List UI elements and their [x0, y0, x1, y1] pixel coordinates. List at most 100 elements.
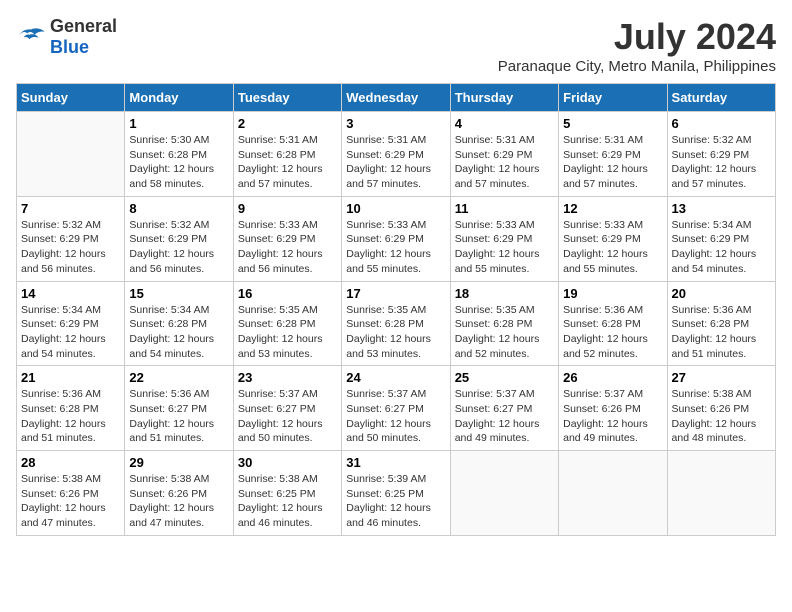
- day-number: 15: [129, 286, 228, 301]
- day-number: 21: [21, 370, 120, 385]
- day-number: 5: [563, 116, 662, 131]
- day-number: 11: [455, 201, 554, 216]
- day-info: Sunrise: 5:34 AM Sunset: 6:28 PM Dayligh…: [129, 303, 228, 362]
- column-header-saturday: Saturday: [667, 84, 775, 112]
- day-number: 25: [455, 370, 554, 385]
- day-info: Sunrise: 5:32 AM Sunset: 6:29 PM Dayligh…: [672, 133, 771, 192]
- day-number: 13: [672, 201, 771, 216]
- calendar-cell: 15 Sunrise: 5:34 AM Sunset: 6:28 PM Dayli…: [125, 281, 233, 366]
- day-number: 23: [238, 370, 337, 385]
- day-number: 16: [238, 286, 337, 301]
- day-info: Sunrise: 5:36 AM Sunset: 6:28 PM Dayligh…: [21, 387, 120, 446]
- day-info: Sunrise: 5:35 AM Sunset: 6:28 PM Dayligh…: [455, 303, 554, 362]
- calendar-cell: 31Sunrise: 5:39 AM Sunset: 6:25 PM Dayli…: [342, 451, 450, 536]
- day-info: Sunrise: 5:31 AM Sunset: 6:28 PM Dayligh…: [238, 133, 337, 192]
- calendar-cell: 3 Sunrise: 5:31 AM Sunset: 6:29 PM Daylig…: [342, 112, 450, 197]
- month-year-title: July 2024: [498, 16, 776, 58]
- day-number: 20: [672, 286, 771, 301]
- day-info: Sunrise: 5:31 AM Sunset: 6:29 PM Dayligh…: [455, 133, 554, 192]
- calendar-cell: [17, 112, 125, 197]
- day-info: Sunrise: 5:36 AM Sunset: 6:28 PM Dayligh…: [672, 303, 771, 362]
- day-info: Sunrise: 5:37 AM Sunset: 6:27 PM Dayligh…: [346, 387, 445, 446]
- day-number: 19: [563, 286, 662, 301]
- logo-general: General: [50, 16, 117, 36]
- calendar-cell: 22 Sunrise: 5:36 AM Sunset: 6:27 PM Dayli…: [125, 366, 233, 451]
- day-info: Sunrise: 5:33 AM Sunset: 6:29 PM Dayligh…: [563, 218, 662, 277]
- page-header: General Blue July 2024 Paranaque City, M…: [16, 16, 776, 75]
- calendar-cell: 7Sunrise: 5:32 AM Sunset: 6:29 PM Daylig…: [17, 196, 125, 281]
- calendar-cell: 8Sunrise: 5:32 AM Sunset: 6:29 PM Daylig…: [125, 196, 233, 281]
- day-info: Sunrise: 5:37 AM Sunset: 6:27 PM Dayligh…: [238, 387, 337, 446]
- day-number: 1: [129, 116, 228, 131]
- day-number: 6: [672, 116, 771, 131]
- calendar-table: SundayMondayTuesdayWednesdayThursdayFrid…: [16, 83, 776, 536]
- calendar-cell: 18Sunrise: 5:35 AM Sunset: 6:28 PM Dayli…: [450, 281, 558, 366]
- column-header-sunday: Sunday: [17, 84, 125, 112]
- logo: General Blue: [16, 16, 117, 58]
- calendar-cell: 12Sunrise: 5:33 AM Sunset: 6:29 PM Dayli…: [559, 196, 667, 281]
- day-info: Sunrise: 5:38 AM Sunset: 6:26 PM Dayligh…: [21, 472, 120, 531]
- day-info: Sunrise: 5:31 AM Sunset: 6:29 PM Dayligh…: [563, 133, 662, 192]
- day-info: Sunrise: 5:37 AM Sunset: 6:26 PM Dayligh…: [563, 387, 662, 446]
- day-number: 2: [238, 116, 337, 131]
- column-header-monday: Monday: [125, 84, 233, 112]
- calendar-cell: 23 Sunrise: 5:37 AM Sunset: 6:27 PM Dayli…: [233, 366, 341, 451]
- day-info: Sunrise: 5:39 AM Sunset: 6:25 PM Dayligh…: [346, 472, 445, 531]
- day-number: 17: [346, 286, 445, 301]
- day-info: Sunrise: 5:35 AM Sunset: 6:28 PM Dayligh…: [238, 303, 337, 362]
- day-number: 7: [21, 201, 120, 216]
- week-row-3: 14Sunrise: 5:34 AM Sunset: 6:29 PM Dayli…: [17, 281, 776, 366]
- calendar-cell: 9 Sunrise: 5:33 AM Sunset: 6:29 PM Daylig…: [233, 196, 341, 281]
- day-info: Sunrise: 5:30 AM Sunset: 6:28 PM Dayligh…: [129, 133, 228, 192]
- calendar-cell: 30 Sunrise: 5:38 AM Sunset: 6:25 PM Dayli…: [233, 451, 341, 536]
- calendar-cell: 17 Sunrise: 5:35 AM Sunset: 6:28 PM Dayli…: [342, 281, 450, 366]
- calendar-cell: 6 Sunrise: 5:32 AM Sunset: 6:29 PM Daylig…: [667, 112, 775, 197]
- logo-bird-icon: [16, 25, 46, 49]
- title-section: July 2024 Paranaque City, Metro Manila, …: [498, 16, 776, 75]
- calendar-cell: 2 Sunrise: 5:31 AM Sunset: 6:28 PM Daylig…: [233, 112, 341, 197]
- day-number: 30: [238, 455, 337, 470]
- day-number: 14: [21, 286, 120, 301]
- calendar-cell: 13 Sunrise: 5:34 AM Sunset: 6:29 PM Dayli…: [667, 196, 775, 281]
- column-header-friday: Friday: [559, 84, 667, 112]
- calendar-cell: 24 Sunrise: 5:37 AM Sunset: 6:27 PM Dayli…: [342, 366, 450, 451]
- calendar-cell: 14Sunrise: 5:34 AM Sunset: 6:29 PM Dayli…: [17, 281, 125, 366]
- day-info: Sunrise: 5:31 AM Sunset: 6:29 PM Dayligh…: [346, 133, 445, 192]
- day-info: Sunrise: 5:36 AM Sunset: 6:27 PM Dayligh…: [129, 387, 228, 446]
- calendar-cell: 4 Sunrise: 5:31 AM Sunset: 6:29 PM Daylig…: [450, 112, 558, 197]
- column-header-wednesday: Wednesday: [342, 84, 450, 112]
- logo-text: General Blue: [50, 16, 117, 58]
- calendar-cell: 11Sunrise: 5:33 AM Sunset: 6:29 PM Dayli…: [450, 196, 558, 281]
- day-info: Sunrise: 5:38 AM Sunset: 6:26 PM Dayligh…: [672, 387, 771, 446]
- calendar-cell: 16 Sunrise: 5:35 AM Sunset: 6:28 PM Dayli…: [233, 281, 341, 366]
- day-info: Sunrise: 5:38 AM Sunset: 6:25 PM Dayligh…: [238, 472, 337, 531]
- location-subtitle: Paranaque City, Metro Manila, Philippine…: [498, 58, 776, 75]
- day-info: Sunrise: 5:32 AM Sunset: 6:29 PM Dayligh…: [129, 218, 228, 277]
- day-number: 24: [346, 370, 445, 385]
- column-header-tuesday: Tuesday: [233, 84, 341, 112]
- calendar-cell: 1 Sunrise: 5:30 AM Sunset: 6:28 PM Daylig…: [125, 112, 233, 197]
- day-number: 22: [129, 370, 228, 385]
- week-row-2: 7 Sunrise: 5:32 AM Sunset: 6:29 PM Daylig…: [17, 196, 776, 281]
- day-info: Sunrise: 5:37 AM Sunset: 6:27 PM Dayligh…: [455, 387, 554, 446]
- day-info: Sunrise: 5:33 AM Sunset: 6:29 PM Dayligh…: [346, 218, 445, 277]
- week-row-5: 28Sunrise: 5:38 AM Sunset: 6:26 PM Dayli…: [17, 451, 776, 536]
- calendar-cell: 27Sunrise: 5:38 AM Sunset: 6:26 PM Dayli…: [667, 366, 775, 451]
- day-info: Sunrise: 5:35 AM Sunset: 6:28 PM Dayligh…: [346, 303, 445, 362]
- column-header-thursday: Thursday: [450, 84, 558, 112]
- calendar-cell: 28Sunrise: 5:38 AM Sunset: 6:26 PM Dayli…: [17, 451, 125, 536]
- day-info: Sunrise: 5:38 AM Sunset: 6:26 PM Dayligh…: [129, 472, 228, 531]
- day-info: Sunrise: 5:33 AM Sunset: 6:29 PM Dayligh…: [238, 218, 337, 277]
- calendar-cell: 21 Sunrise: 5:36 AM Sunset: 6:28 PM Dayli…: [17, 366, 125, 451]
- calendar-cell: [667, 451, 775, 536]
- day-number: 9: [238, 201, 337, 216]
- day-number: 4: [455, 116, 554, 131]
- day-info: Sunrise: 5:36 AM Sunset: 6:28 PM Dayligh…: [563, 303, 662, 362]
- calendar-cell: 26Sunrise: 5:37 AM Sunset: 6:26 PM Dayli…: [559, 366, 667, 451]
- day-number: 10: [346, 201, 445, 216]
- calendar-cell: [450, 451, 558, 536]
- day-info: Sunrise: 5:34 AM Sunset: 6:29 PM Dayligh…: [672, 218, 771, 277]
- calendar-cell: 5 Sunrise: 5:31 AM Sunset: 6:29 PM Daylig…: [559, 112, 667, 197]
- day-number: 3: [346, 116, 445, 131]
- week-row-1: 1 Sunrise: 5:30 AM Sunset: 6:28 PM Daylig…: [17, 112, 776, 197]
